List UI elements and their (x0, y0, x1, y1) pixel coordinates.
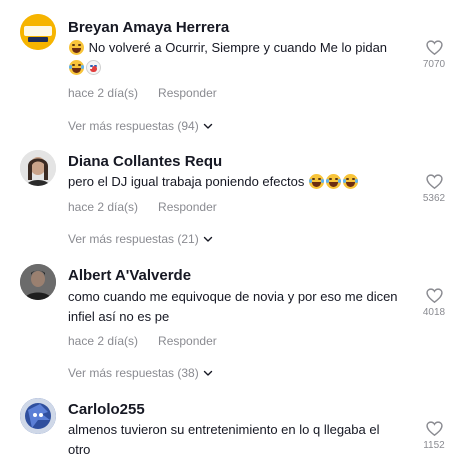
comment-author[interactable]: Carlolo255 (68, 401, 145, 418)
comment-time: hace 2 día(s) (68, 200, 139, 214)
avatar[interactable] (20, 264, 56, 300)
avatar-logo (20, 14, 56, 50)
like-button[interactable]: 4018 (420, 288, 448, 318)
face-with-tears-of-joy-emoji (325, 174, 341, 189)
avatar-photo (20, 264, 56, 300)
view-more-replies-button[interactable]: Ver más respuestas (21) (68, 232, 213, 246)
like-button[interactable]: 1152 (420, 421, 448, 451)
comment-author[interactable]: Albert A'Valverde (68, 267, 191, 284)
like-count: 4018 (422, 307, 446, 318)
view-more-replies-label: Ver más respuestas (38) (68, 366, 199, 380)
avatar-photo (20, 398, 56, 434)
comment-author[interactable]: Diana Collantes Requ (68, 153, 222, 170)
chevron-down-icon (203, 123, 212, 129)
reply-button[interactable]: Responder (158, 86, 217, 100)
comment-text: pero el DJ igual trabaja poniendo efecto… (68, 172, 404, 192)
comment-meta: hace 2 día(s) Responder (68, 86, 217, 100)
face-with-tears-of-joy-emoji (69, 60, 84, 75)
comment-meta: hace 2 día(s) Responder (68, 200, 217, 214)
heart-outline-icon (425, 40, 443, 55)
avatar-photo (20, 150, 56, 186)
comment-text-body: No volveré a Ocurrir, Siempre y cuando M… (88, 40, 388, 55)
heart-outline-icon (425, 288, 443, 303)
like-button[interactable]: 5362 (420, 174, 448, 204)
comment-text: No volveré a Ocurrir, Siempre y cuando M… (68, 38, 404, 78)
face-with-tears-of-joy-emoji (308, 174, 324, 189)
view-more-replies-label: Ver más respuestas (21) (68, 232, 199, 246)
reply-button[interactable]: Responder (158, 334, 217, 348)
avatar[interactable] (20, 150, 56, 186)
like-count: 1152 (423, 440, 445, 451)
like-count: 7070 (422, 59, 446, 70)
comment-time: hace 2 día(s) (68, 334, 139, 348)
face-with-tears-of-joy-emoji (342, 174, 358, 189)
view-more-replies-label: Ver más respuestas (94) (68, 119, 199, 133)
avatar[interactable] (20, 14, 56, 50)
comment-text-body: pero el DJ igual trabaja poniendo efecto… (68, 174, 305, 189)
heart-outline-icon (425, 421, 443, 436)
chevron-down-icon (203, 236, 212, 242)
like-button[interactable]: 7070 (420, 40, 448, 70)
comment-text: como cuando me equivoque de novia y por … (68, 289, 398, 324)
clown-face-emoji (86, 60, 101, 75)
comment-author[interactable]: Breyan Amaya Herrera (68, 19, 229, 36)
comment-time: hace 2 día(s) (68, 86, 139, 100)
grinning-squinting-emoji (69, 40, 84, 55)
like-count: 5362 (422, 193, 446, 204)
reply-button[interactable]: Responder (158, 200, 217, 214)
heart-outline-icon (425, 174, 443, 189)
view-more-replies-button[interactable]: Ver más respuestas (38) (68, 366, 213, 380)
chevron-down-icon (203, 370, 212, 376)
view-more-replies-button[interactable]: Ver más respuestas (94) (68, 119, 213, 133)
comment-text: almenos tuvieron su entretenimiento en l… (68, 422, 380, 457)
avatar[interactable] (20, 398, 56, 434)
comment-meta: hace 2 día(s) Responder (68, 334, 217, 348)
